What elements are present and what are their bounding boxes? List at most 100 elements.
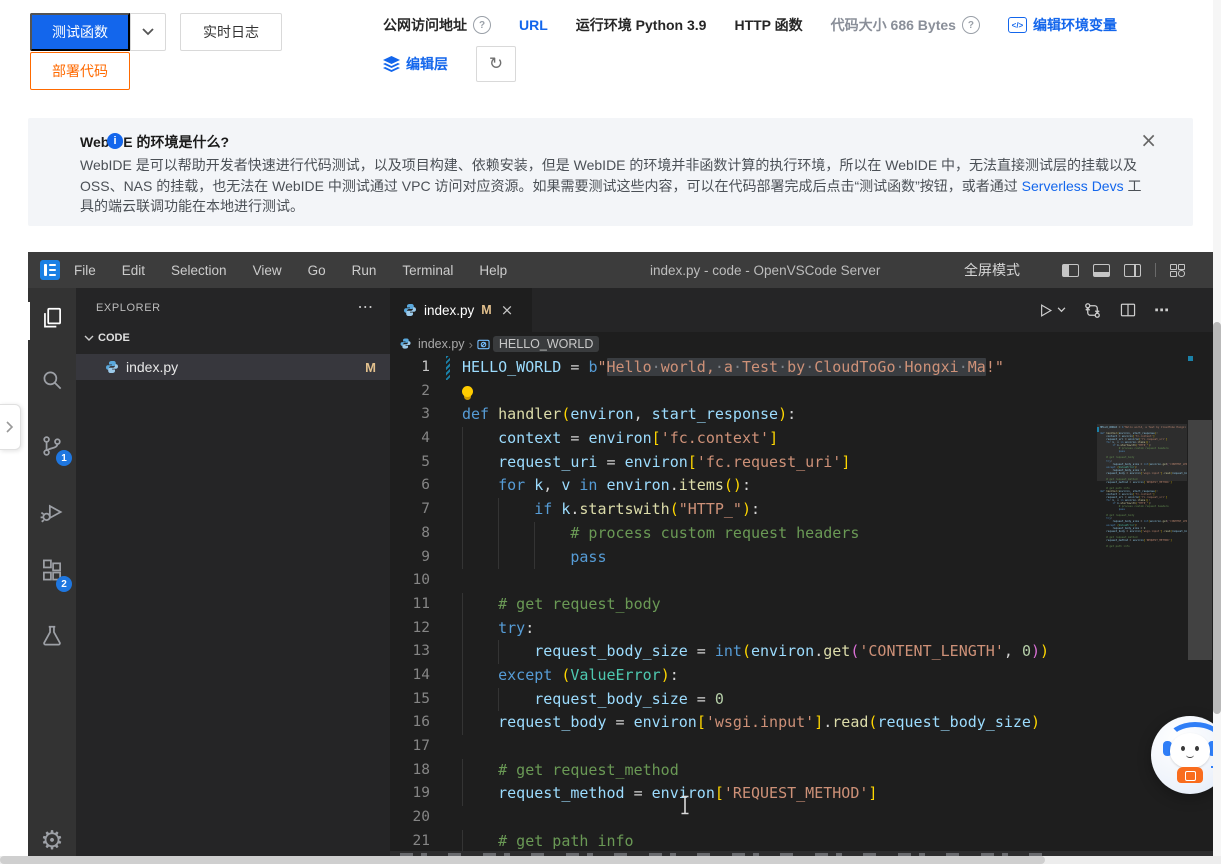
fullscreen-mode-label[interactable]: 全屏模式 (964, 252, 1020, 288)
breadcrumb-file[interactable]: index.py (418, 337, 465, 351)
editor-scrollbar[interactable] (1187, 424, 1213, 864)
code-line-14[interactable]: 14 except (ValueError): (390, 664, 1213, 688)
http-function-label: HTTP 函数 (734, 15, 802, 35)
code-line-8[interactable]: 8 # process custom request headers (390, 522, 1213, 546)
code-line-21[interactable]: 21 # get path info (390, 830, 1213, 854)
page-vertical-scrollbar-thumb[interactable] (1213, 322, 1221, 714)
banner-close-icon[interactable]: × (1140, 132, 1157, 148)
code-line-19[interactable]: 19 request_method = environ['REQUEST_MET… (390, 782, 1213, 806)
code-line-13[interactable]: 13 request_body_size = int(environ.get('… (390, 640, 1213, 664)
line-number: 14 (390, 664, 430, 688)
split-editor-icon[interactable] (1119, 301, 1137, 319)
code-line-4[interactable]: 4 context = environ['fc.context'] (390, 427, 1213, 451)
code-line-7[interactable]: 7 if k.startswith("HTTP_"): (390, 498, 1213, 522)
code-line-6[interactable]: 6 for k, v in environ.items(): (390, 474, 1213, 498)
code-line-1[interactable]: 1HELLO_WORLD = b"Hello·world,·a·Test·by·… (390, 356, 1213, 380)
breadcrumbs: index.py › HELLO_WORLD (390, 332, 1187, 356)
code-line-5[interactable]: 5 request_uri = environ['fc.request_uri'… (390, 451, 1213, 475)
file-item-indexpy[interactable]: index.py M (76, 354, 390, 380)
code-line-3[interactable]: 3def handler(environ, start_response): (390, 403, 1213, 427)
banner-body: WebIDE 是可以帮助开发者快速进行代码测试，以及项目构建、依赖安装，但是 W… (80, 155, 1149, 217)
toggle-secondary-sidebar-icon[interactable] (1124, 264, 1141, 277)
test-function-dropdown[interactable] (130, 13, 166, 51)
url-link[interactable]: URL (519, 17, 548, 33)
run-python-file-button[interactable] (1037, 302, 1066, 319)
editor-scrollbar-thumb[interactable] (1188, 420, 1212, 660)
breadcrumb-symbol[interactable]: HELLO_WORLD (493, 336, 599, 352)
menu-item-edit[interactable]: Edit (122, 263, 145, 278)
toggle-sidebar-icon[interactable] (1062, 264, 1079, 277)
code-line-11[interactable]: 11 # get request_body (390, 593, 1213, 617)
menu-item-help[interactable]: Help (479, 263, 507, 278)
mouse-ibeam-cursor (679, 795, 691, 815)
run-debug-icon[interactable] (28, 490, 76, 534)
source-control-icon[interactable]: 1 (28, 424, 76, 468)
extensions-icon[interactable]: 2 (28, 550, 76, 594)
mascot-body (1177, 767, 1203, 783)
explorer-icon[interactable] (28, 296, 76, 340)
code-line-2[interactable]: 2 (390, 380, 1213, 404)
scm-badge: 1 (56, 450, 72, 466)
search-icon[interactable] (28, 358, 76, 402)
menu-item-view[interactable]: View (253, 263, 282, 278)
code-line-20[interactable]: 20 (390, 806, 1213, 830)
ide-titlebar: FileEditSelectionViewGoRunTerminalHelp i… (28, 252, 1213, 288)
testing-icon[interactable] (28, 614, 76, 658)
symbol-constant-icon (477, 338, 490, 351)
panel-expand-handle[interactable] (0, 404, 21, 450)
code-section-header[interactable]: CODE (76, 327, 390, 349)
edit-env-vars-link[interactable]: 编辑环境变量 (1033, 15, 1117, 35)
banner-title: WebIDE 的环境是什么? (80, 132, 1149, 152)
minimap-modified-mark (1097, 427, 1099, 432)
open-changes-icon[interactable] (1083, 301, 1102, 320)
more-actions-icon[interactable]: ⋯ (1154, 301, 1171, 319)
toggle-panel-icon[interactable] (1093, 264, 1110, 277)
python-icon (403, 303, 417, 317)
customer-service-widget[interactable] (1151, 716, 1221, 794)
menu-item-go[interactable]: Go (308, 263, 326, 278)
test-function-button[interactable]: 测试函数 (30, 13, 130, 51)
page-horizontal-scrollbar[interactable] (0, 856, 1221, 864)
code-line-9[interactable]: 9 pass (390, 546, 1213, 570)
overview-ruler-modified-mark (1188, 356, 1193, 361)
settings-gear-icon[interactable]: ⚙ (28, 826, 76, 860)
code-line-18[interactable]: 18 # get request_method (390, 759, 1213, 783)
customize-layout-icon[interactable] (1170, 264, 1185, 277)
explorer-header: EXPLORER (96, 302, 161, 314)
close-icon[interactable]: × (501, 301, 514, 319)
menu-item-file[interactable]: File (74, 263, 96, 278)
chevron-right-icon (6, 421, 14, 433)
code-line-17[interactable]: 17 (390, 735, 1213, 759)
edit-layer-link[interactable]: 编辑层 (406, 54, 448, 74)
menu-item-terminal[interactable]: Terminal (402, 263, 453, 278)
refresh-button[interactable]: ↻ (476, 46, 516, 82)
question-circle-icon[interactable]: ? (962, 16, 980, 34)
code-line-15[interactable]: 15 request_body_size = 0 (390, 688, 1213, 712)
tab-modified-badge: M (481, 303, 491, 317)
page-vertical-scrollbar[interactable] (1213, 0, 1221, 864)
question-circle-icon[interactable]: ? (473, 16, 491, 34)
realtime-logs-button[interactable]: 实时日志 (180, 13, 282, 51)
code-section-label: CODE (98, 332, 130, 344)
git-modified-badge: M (365, 360, 376, 375)
deploy-code-button[interactable]: 部署代码 (30, 52, 130, 90)
menu-item-selection[interactable]: Selection (171, 263, 227, 278)
code-line-10[interactable]: 10 (390, 569, 1213, 593)
code-line-16[interactable]: 16 request_body = environ['wsgi.input'].… (390, 711, 1213, 735)
page-horizontal-scrollbar-thumb[interactable] (0, 856, 1045, 864)
tab-indexpy[interactable]: index.py M × (390, 288, 533, 332)
lightbulb-icon[interactable] (462, 386, 473, 397)
code-line-12[interactable]: 12 try: (390, 617, 1213, 641)
serverless-devs-link[interactable]: Serverless Devs (1022, 178, 1124, 194)
chevron-down-icon (142, 28, 154, 36)
code-editor[interactable]: 1HELLO_WORLD = b"Hello·world,·a·Test·by·… (390, 356, 1213, 864)
line-number: 13 (390, 640, 430, 664)
menu-item-run[interactable]: Run (352, 263, 377, 278)
line-number: 21 (390, 830, 430, 854)
mascot-smile (1186, 752, 1194, 758)
minimap[interactable]: HELLO_WORLD = b"Hello world, a Test by C… (1097, 424, 1187, 864)
mascot-eye (1181, 746, 1185, 751)
line-number: 11 (390, 593, 430, 617)
more-actions-icon[interactable]: ⋯ (357, 304, 374, 312)
editor-group: index.py M × ⋯ (390, 288, 1213, 864)
